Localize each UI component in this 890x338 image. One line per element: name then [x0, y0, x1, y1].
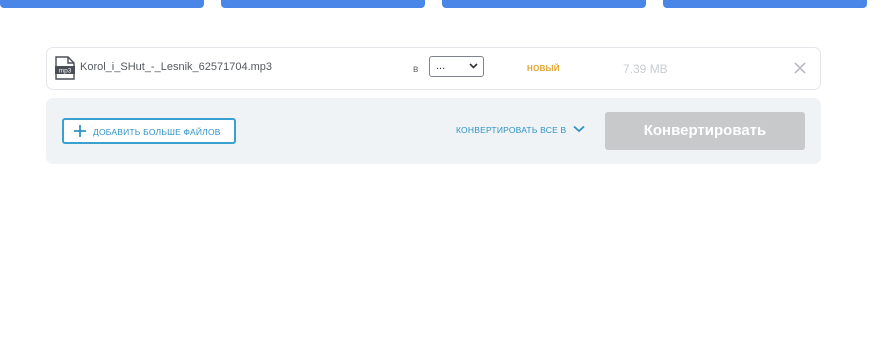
file-size: 7.39 MB [623, 62, 668, 76]
mp3-file-icon: mp3 [55, 56, 75, 80]
file-name: Korol_i_SHut_-_Lesnik_62571704.mp3 [80, 61, 273, 73]
top-tab-2[interactable] [221, 0, 425, 8]
format-select[interactable]: ... [429, 56, 484, 77]
top-tab-3[interactable] [442, 0, 646, 8]
status-badge: НОВЫЙ [527, 64, 560, 73]
file-type-label: mp3 [59, 68, 72, 75]
file-row: mp3 Korol_i_SHut_-_Lesnik_62571704.mp3 в… [46, 47, 821, 90]
format-select-value: ... [436, 60, 446, 72]
convert-to-label: в [413, 64, 419, 75]
top-tab-1[interactable] [0, 0, 204, 8]
convert-button-label: Конвертировать [643, 122, 767, 139]
convert-button[interactable]: Конвертировать [605, 112, 805, 150]
action-panel: ДОБАВИТЬ БОЛЬШЕ ФАЙЛОВ КОНВЕРТИРОВАТЬ ВС… [46, 98, 821, 164]
chevron-down-icon[interactable] [573, 125, 585, 133]
add-more-files-button[interactable]: ДОБАВИТЬ БОЛЬШЕ ФАЙЛОВ [62, 118, 236, 144]
close-icon[interactable] [794, 62, 806, 74]
add-more-files-label: ДОБАВИТЬ БОЛЬШЕ ФАЙЛОВ [93, 127, 221, 137]
page: mp3 Korol_i_SHut_-_Lesnik_62571704.mp3 в… [0, 0, 890, 338]
chevron-down-icon [469, 63, 478, 69]
top-tab-4[interactable] [663, 0, 867, 8]
plus-icon [74, 125, 86, 137]
convert-all-to-dropdown[interactable]: КОНВЕРТИРОВАТЬ ВСЕ В [456, 125, 566, 135]
